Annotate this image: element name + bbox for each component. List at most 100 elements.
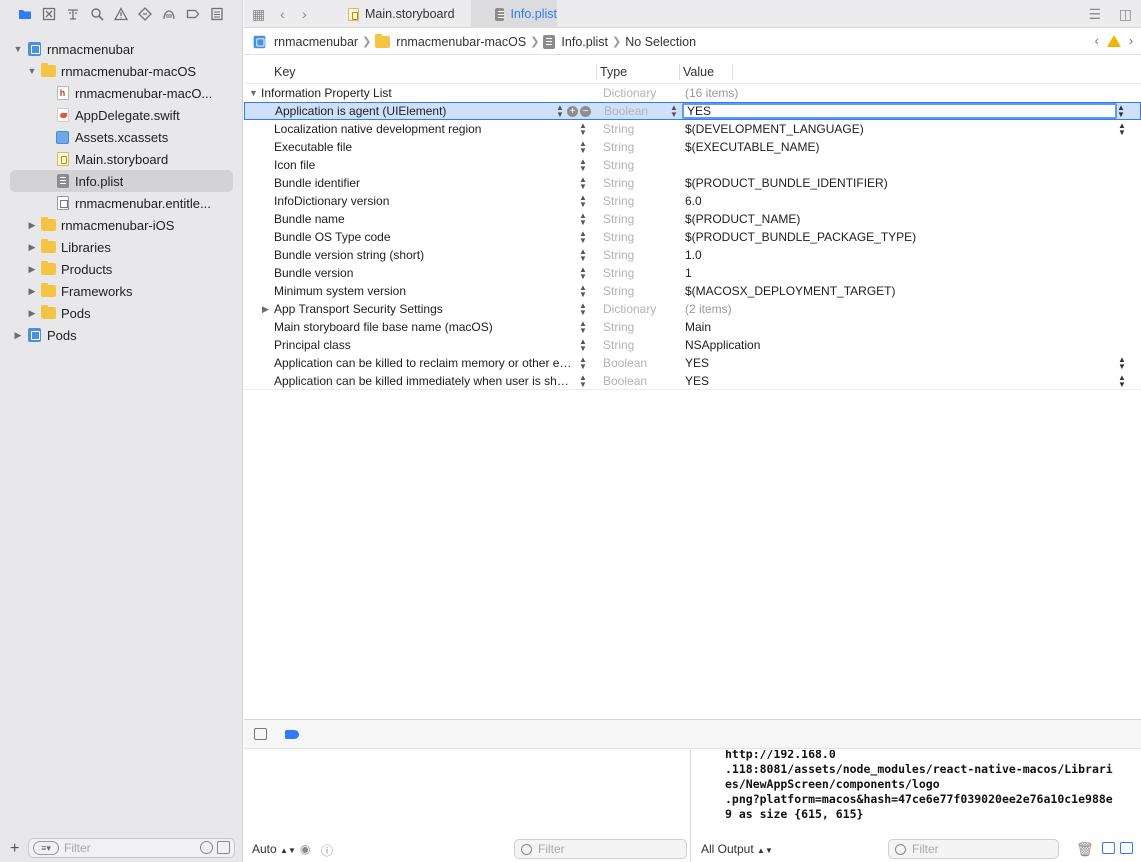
next-issue-icon[interactable]: › <box>1129 34 1133 48</box>
chevron-down-icon[interactable]: ▼ <box>249 88 258 98</box>
plist-value[interactable]: $(PRODUCT_BUNDLE_PACKAGE_TYPE) <box>685 230 916 244</box>
stepper-icon[interactable]: ▲ ▼ <box>578 248 588 263</box>
plist-row[interactable]: Localization native development region ▲… <box>244 120 1141 138</box>
plist-value[interactable]: YES <box>685 374 709 388</box>
chevron-down-icon[interactable]: ▼ <box>12 43 24 55</box>
chevron-right-icon[interactable]: ▶ <box>12 329 24 341</box>
plist-row[interactable]: Bundle name ▲ ▼ String $(PRODUCT_NAME) <box>244 210 1141 228</box>
test-icon[interactable] <box>137 7 152 22</box>
console-output[interactable]: http://192.168.0 .118:8081/assets/node_m… <box>725 750 1113 822</box>
stepper-icon[interactable]: ▲ ▼ <box>578 140 588 155</box>
stepper-icon[interactable]: ▲ ▼ <box>578 284 588 299</box>
variables-filter[interactable]: Filter <box>514 839 687 859</box>
plist-row[interactable]: Minimum system version ▲ ▼ String $(MACOS… <box>244 282 1141 300</box>
tree-item-folder[interactable]: ▶ Libraries <box>0 236 243 258</box>
breakpoints-toggle-icon[interactable] <box>285 730 299 739</box>
find-icon[interactable] <box>89 7 104 22</box>
plist-value[interactable]: 1.0 <box>685 248 702 262</box>
plist-value[interactable]: NSApplication <box>685 338 760 352</box>
plist-value[interactable]: 6.0 <box>685 194 702 208</box>
filter-options-icon[interactable]: ≡▾ <box>33 841 59 855</box>
column-header-type[interactable]: Type <box>600 65 627 79</box>
stepper-icon[interactable]: ▲ ▼ <box>578 302 588 317</box>
value-popup-icon[interactable]: ▲ ▼ <box>1117 373 1127 388</box>
previous-issue-icon[interactable]: ‹ <box>1095 34 1099 48</box>
chevron-right-icon[interactable]: ▶ <box>26 219 38 231</box>
tree-item-folder[interactable]: ▶ Pods <box>0 302 243 324</box>
plist-value[interactable]: $(EXECUTABLE_NAME) <box>685 140 819 154</box>
tree-item-project[interactable]: ▼ rnmacmenubar <box>0 38 243 60</box>
breadcrumb-file[interactable]: Info.plist <box>543 34 608 49</box>
trash-icon[interactable]: 🗑 <box>1076 841 1094 858</box>
plist-value-field[interactable]: YES <box>682 103 1117 119</box>
breadcrumb-project[interactable]: rnmacmenubar <box>253 35 358 49</box>
stepper-icon[interactable]: ▲ ▼ <box>578 356 588 371</box>
tree-item-file[interactable]: h rnmacmenubar-macO... <box>0 82 243 104</box>
tab-info-plist[interactable]: Info.plist <box>471 0 557 28</box>
report-icon[interactable] <box>209 7 224 22</box>
plist-row-selected[interactable]: Application is agent (UIElement) ▲ ▼ + − … <box>244 102 1141 120</box>
plist-value[interactable]: $(DEVELOPMENT_LANGUAGE) <box>685 122 864 136</box>
value-popup-icon[interactable]: ▲ ▼ <box>1117 122 1127 137</box>
info-icon[interactable]: ⓘ <box>321 842 333 859</box>
symbol-icon[interactable] <box>65 7 80 22</box>
forward-arrow-icon[interactable]: › <box>302 6 307 22</box>
chevron-right-icon[interactable]: ▶ <box>26 285 38 297</box>
auto-selector[interactable]: Auto ▲▼ <box>252 842 296 856</box>
plist-type[interactable]: Boolean <box>604 104 648 118</box>
recent-files-icon[interactable] <box>200 841 213 854</box>
stepper-icon[interactable]: ▲ ▼ <box>578 338 588 353</box>
plist-row[interactable]: Bundle identifier ▲ ▼ String $(PRODUCT_BU… <box>244 174 1141 192</box>
plist-row[interactable]: InfoDictionary version ▲ ▼ String 6.0 <box>244 192 1141 210</box>
split-right-icon[interactable] <box>1120 842 1133 854</box>
tree-item-folder[interactable]: ▶ rnmacmenubar-iOS <box>0 214 243 236</box>
plist-value[interactable]: $(PRODUCT_BUNDLE_IDENTIFIER) <box>685 176 888 190</box>
chevron-right-icon[interactable]: ▶ <box>26 241 38 253</box>
tree-item-file[interactable]: Main.storyboard <box>0 148 243 170</box>
plist-value[interactable]: $(PRODUCT_NAME) <box>685 212 800 226</box>
plist-row[interactable]: Application can be killed to reclaim mem… <box>244 354 1141 372</box>
add-editor-icon[interactable]: ◫ <box>1119 6 1132 23</box>
plist-row[interactable]: Bundle version ▲ ▼ String 1 <box>244 264 1141 282</box>
eye-icon[interactable]: ◉ <box>300 842 310 856</box>
source-control-icon[interactable] <box>41 7 56 22</box>
type-popup-icon[interactable]: ▲ ▼ <box>670 104 678 119</box>
plist-row[interactable]: Main storyboard file base name (macOS) ▲… <box>244 318 1141 336</box>
add-icon[interactable]: + <box>10 840 19 858</box>
tree-item-folder[interactable]: ▶ Frameworks <box>0 280 243 302</box>
plist-row[interactable]: Application can be killed immediately wh… <box>244 372 1141 390</box>
tree-item-file[interactable]: AppDelegate.swift <box>0 104 243 126</box>
scm-filter-icon[interactable] <box>217 841 230 854</box>
chevron-right-icon[interactable]: ▶ <box>26 307 38 319</box>
output-selector[interactable]: All Output ▲▼ <box>701 842 773 856</box>
plist-value[interactable]: 1 <box>685 266 692 280</box>
chevron-down-icon[interactable]: ▼ <box>26 65 38 77</box>
tree-item-folder[interactable]: ▶ Products <box>0 258 243 280</box>
stepper-icon[interactable]: ▲ ▼ <box>578 230 588 245</box>
value-popup-icon[interactable]: ▲ ▼ <box>1116 104 1126 119</box>
tree-item-project[interactable]: ▶ Pods <box>0 324 243 346</box>
add-row-icon[interactable]: + <box>567 105 578 117</box>
plist-row[interactable]: Icon file ▲ ▼ String <box>244 156 1141 174</box>
stepper-icon[interactable]: ▲ ▼ <box>555 104 565 119</box>
plist-value[interactable]: Main <box>685 320 711 334</box>
related-items-icon[interactable]: ▦ <box>252 6 265 23</box>
breadcrumb-selection[interactable]: No Selection <box>625 35 696 49</box>
stepper-icon[interactable]: ▲ ▼ <box>578 266 588 281</box>
tab-main-storyboard[interactable]: Main.storyboard <box>334 0 470 28</box>
stepper-icon[interactable]: ▲ ▼ <box>578 212 588 227</box>
plist-row[interactable]: Bundle version string (short) ▲ ▼ String … <box>244 246 1141 264</box>
plist-row[interactable]: Principal class ▲ ▼ String NSApplication <box>244 336 1141 354</box>
console-filter[interactable]: Filter <box>888 839 1059 859</box>
breakpoint-icon[interactable] <box>185 7 200 22</box>
chevron-right-icon[interactable]: ▶ <box>262 304 269 315</box>
stepper-icon[interactable]: ▲ ▼ <box>578 373 588 388</box>
folder-icon[interactable] <box>17 7 32 22</box>
plist-root-row[interactable]: ▼ Information Property List Dictionary (… <box>244 84 1141 102</box>
column-header-value[interactable]: Value <box>683 65 714 79</box>
editor-options-icon[interactable]: ☰ <box>1088 6 1101 23</box>
plist-row[interactable]: Executable file ▲ ▼ String $(EXECUTABLE_N… <box>244 138 1141 156</box>
navigator-filter[interactable]: ≡▾ Filter <box>28 838 235 858</box>
plist-value[interactable]: YES <box>685 356 709 370</box>
remove-row-icon[interactable]: − <box>580 105 591 117</box>
